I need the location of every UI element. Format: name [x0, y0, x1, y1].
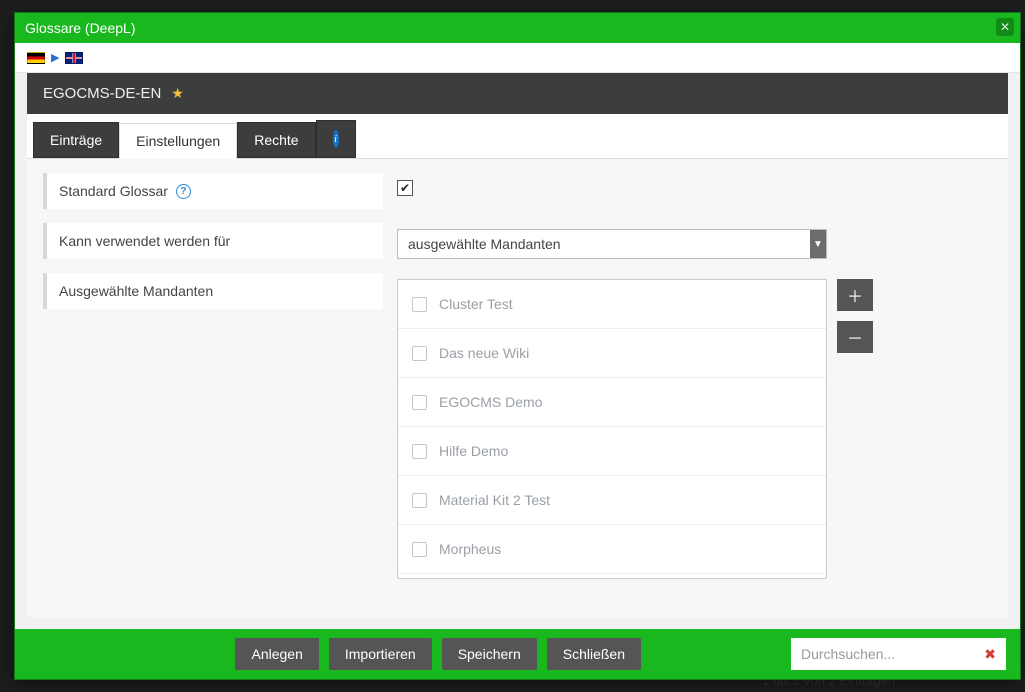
client-label: Das neue Wiki: [439, 345, 529, 361]
close-icon[interactable]: ✕: [996, 18, 1014, 36]
modal-body: ▶ EGOCMS-DE-EN ★ Einträge Einstellungen …: [15, 43, 1020, 629]
remove-client-button[interactable]: －: [837, 321, 873, 353]
row-usable-for: Kann verwendet werden für ausgewählte Ma…: [43, 223, 992, 259]
glossary-modal: Glossare (DeepL) ✕ ▶ EGOCMS-DE-EN ★ Eint…: [14, 12, 1021, 680]
flag-en-icon: [65, 52, 83, 64]
tab-entries[interactable]: Einträge: [33, 122, 119, 158]
language-direction: ▶: [15, 43, 1020, 73]
chevron-down-icon: ▼: [810, 230, 826, 258]
star-icon: ★: [171, 85, 184, 102]
create-button[interactable]: Anlegen: [235, 638, 318, 670]
list-item[interactable]: Cluster Test: [398, 280, 826, 329]
client-checkbox[interactable]: [412, 542, 427, 557]
client-checkbox[interactable]: [412, 493, 427, 508]
close-button[interactable]: Schließen: [547, 638, 641, 670]
list-item[interactable]: EGOCMS Demo: [398, 378, 826, 427]
modal-title: Glossare (DeepL): [25, 20, 136, 36]
add-client-button[interactable]: ＋: [837, 279, 873, 311]
usable-for-select[interactable]: ausgewählte Mandanten ▼: [397, 229, 827, 259]
client-label: Cluster Test: [439, 296, 513, 312]
save-button[interactable]: Speichern: [442, 638, 537, 670]
label-usable-for: Kann verwendet werden für: [43, 223, 383, 259]
label-selected-clients: Ausgewählte Mandanten: [43, 273, 383, 309]
modal-footer: Anlegen Importieren Speichern Schließen …: [15, 629, 1020, 679]
label-usable-for-text: Kann verwendet werden für: [59, 233, 230, 249]
client-label: EGOCMS Demo: [439, 394, 542, 410]
tab-info[interactable]: i: [316, 120, 356, 158]
flag-de-icon: [27, 52, 45, 64]
list-item[interactable]: Hilfe Demo: [398, 427, 826, 476]
label-default-glossary: Standard Glossar ?: [43, 173, 383, 209]
clear-search-icon[interactable]: ✖: [984, 646, 996, 663]
row-default-glossary: Standard Glossar ? ✔: [43, 173, 992, 209]
default-glossary-checkbox[interactable]: ✔: [397, 180, 413, 196]
tab-rights[interactable]: Rechte: [237, 122, 315, 158]
row-selected-clients: Ausgewählte Mandanten Cluster Test Das ne…: [43, 273, 992, 579]
settings-tab-content: Standard Glossar ? ✔ Kann verwendet werd…: [27, 158, 1008, 617]
glossary-panel: EGOCMS-DE-EN ★ Einträge Einstellungen Re…: [27, 73, 1008, 617]
list-item[interactable]: Das neue Wiki: [398, 329, 826, 378]
glossary-header: EGOCMS-DE-EN ★: [27, 73, 1008, 114]
search-placeholder: Durchsuchen...: [801, 646, 895, 662]
client-label: Morpheus: [439, 541, 501, 557]
clients-listbox[interactable]: Cluster Test Das neue Wiki EGOCMS Demo Hilf…: [397, 279, 827, 579]
client-checkbox[interactable]: [412, 346, 427, 361]
glossary-name: EGOCMS-DE-EN: [43, 85, 161, 102]
arrow-right-icon: ▶: [51, 51, 59, 64]
tab-settings[interactable]: Einstellungen: [119, 123, 237, 159]
usable-for-value: ausgewählte Mandanten: [398, 230, 810, 258]
help-icon[interactable]: ?: [176, 184, 191, 199]
import-button[interactable]: Importieren: [329, 638, 432, 670]
client-label: Hilfe Demo: [439, 443, 508, 459]
list-item[interactable]: Material Kit 2 Test: [398, 476, 826, 525]
info-icon: i: [333, 130, 339, 148]
client-checkbox[interactable]: [412, 297, 427, 312]
search-input[interactable]: Durchsuchen... ✖: [791, 638, 1006, 670]
client-checkbox[interactable]: [412, 444, 427, 459]
tab-bar: Einträge Einstellungen Rechte i: [27, 114, 1008, 158]
client-checkbox[interactable]: [412, 395, 427, 410]
modal-titlebar: Glossare (DeepL) ✕: [15, 13, 1020, 43]
client-label: Material Kit 2 Test: [439, 492, 550, 508]
label-selected-clients-text: Ausgewählte Mandanten: [59, 283, 213, 299]
list-item[interactable]: Morpheus: [398, 525, 826, 574]
label-default-glossary-text: Standard Glossar: [59, 183, 168, 199]
